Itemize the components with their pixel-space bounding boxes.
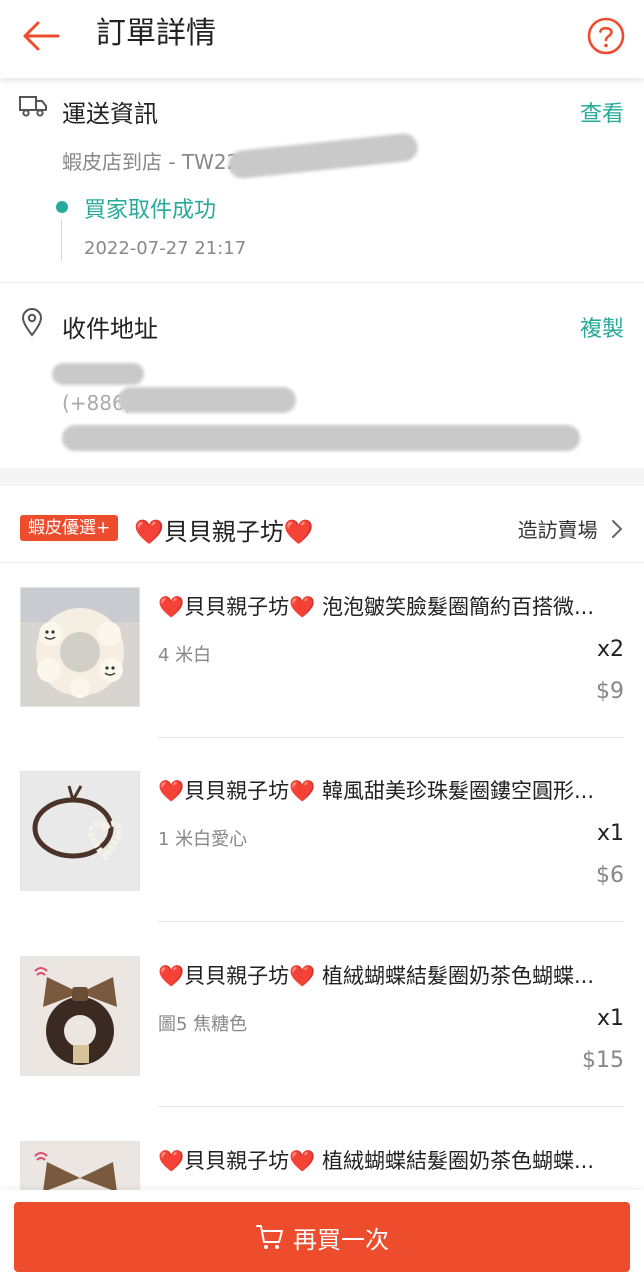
buy-again-button[interactable]: 再買一次 [14, 1202, 630, 1272]
truck-icon [19, 96, 47, 117]
redacted-tracking-number [227, 132, 419, 180]
page-title: 訂單詳情 [96, 16, 216, 51]
shop-divider [0, 562, 644, 563]
shipping-status: 買家取件成功 [84, 198, 217, 223]
address-section: 收件地址 複製 (+886) [0, 283, 644, 468]
buy-again-label: 再買一次 [293, 1225, 389, 1254]
address-title: 收件地址 [62, 315, 158, 343]
item-name: ❤️貝貝親子坊❤️ 泡泡皺笑臉髮圈簡約百搭微... [158, 595, 594, 619]
item-price: $6 [596, 863, 624, 888]
brown-bow-scrunchie-image [21, 957, 139, 1075]
shipping-info-section: 運送資訊 查看 蝦皮店到店 - TW22687 買家取件成功 2022-07-2… [0, 78, 644, 281]
redacted-address [62, 425, 580, 451]
order-item[interactable]: ❤️貝貝親子坊❤️ 泡泡皺笑臉髮圈簡約百搭微... 4 米白 x2 $9 [0, 587, 644, 771]
pearl-heart-hairtie-image [21, 772, 139, 890]
item-quantity: x1 [596, 1006, 624, 1031]
timeline-line [61, 218, 62, 262]
timeline-dot [56, 201, 68, 213]
bottom-action-bar: 再買一次 [0, 1190, 644, 1280]
view-shipping-link[interactable]: 查看 [580, 96, 624, 128]
item-separator [158, 1106, 624, 1107]
shipping-title: 運送資訊 [62, 100, 158, 128]
order-item[interactable]: ❤️貝貝親子坊❤️ 韓風甜美珍珠髮圈鏤空圓形... 1 米白愛心 x1 $6 [0, 771, 644, 955]
item-separator [158, 921, 624, 922]
help-button[interactable] [586, 16, 626, 56]
white-scrunchie-image [21, 588, 139, 706]
redacted-phone-number [118, 387, 296, 413]
arrow-left-icon [23, 21, 60, 51]
item-price: $15 [582, 1048, 624, 1073]
product-thumbnail [20, 587, 140, 707]
item-name: ❤️貝貝親子坊❤️ 韓風甜美珍珠髮圈鏤空圓形... [158, 779, 594, 803]
shop-name[interactable]: ❤️貝貝親子坊❤️ [134, 512, 314, 547]
item-price: $9 [596, 679, 624, 704]
question-circle-icon [587, 17, 625, 55]
section-gap [0, 468, 644, 486]
item-name: ❤️貝貝親子坊❤️ 植絨蝴蝶結髮圈奶茶色蝴蝶... [158, 964, 594, 988]
product-thumbnail [20, 771, 140, 891]
brown-bow-scrunchie-image [21, 1142, 139, 1190]
order-item[interactable]: ❤️貝貝親子坊❤️ 植絨蝴蝶結髮圈奶茶色蝴蝶... [0, 1141, 644, 1190]
item-quantity: x1 [596, 821, 624, 846]
item-variant: 4 米白 [158, 645, 212, 666]
item-variant: 圖5 焦糖色 [158, 1014, 248, 1035]
item-separator [158, 737, 624, 738]
visit-shop-link[interactable]: 造訪賣場 [518, 514, 624, 543]
product-thumbnail [20, 1141, 140, 1190]
item-variant: 1 米白愛心 [158, 829, 248, 850]
item-name: ❤️貝貝親子坊❤️ 植絨蝴蝶結髮圈奶茶色蝴蝶... [158, 1149, 594, 1173]
chevron-right-icon [612, 520, 623, 538]
back-button[interactable] [20, 14, 64, 58]
top-app-bar: 訂單詳情 [0, 0, 644, 78]
visit-shop-label: 造訪賣場 [517, 518, 598, 542]
status-timestamp: 2022-07-27 21:17 [84, 238, 247, 259]
location-pin-icon [21, 308, 43, 337]
redacted-recipient-name [52, 363, 144, 385]
copy-address-link[interactable]: 複製 [580, 311, 624, 343]
item-quantity: x2 [596, 637, 624, 662]
order-item[interactable]: ❤️貝貝親子坊❤️ 植絨蝴蝶結髮圈奶茶色蝴蝶... 圖5 焦糖色 x1 $15 [0, 956, 644, 1140]
cart-icon [256, 1225, 283, 1249]
preferred-seller-badge: 蝦皮優選+ [20, 515, 119, 541]
product-thumbnail [20, 956, 140, 1076]
